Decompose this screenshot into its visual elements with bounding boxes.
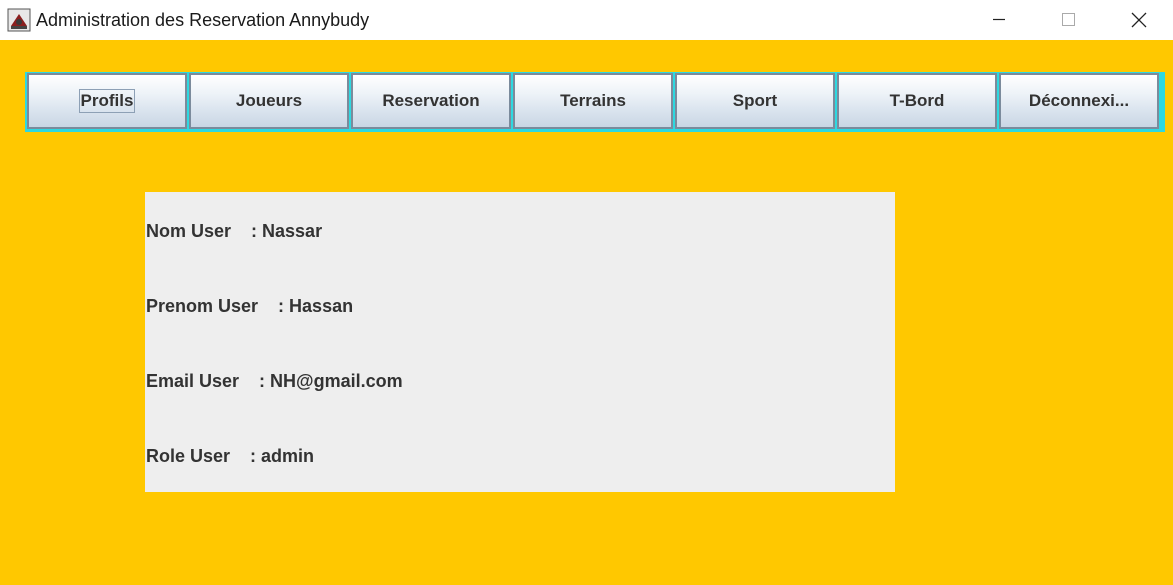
minimize-button[interactable]	[964, 0, 1034, 40]
navigation-bar: Profils Joueurs Reservation Terrains Spo…	[25, 72, 1165, 132]
profils-button[interactable]: Profils	[27, 73, 187, 129]
role-user-field: Role User : admin	[146, 446, 315, 466]
title-bar: Administration des Reservation Annybudy	[0, 0, 1173, 40]
reservation-label: Reservation	[382, 91, 480, 110]
deconnexion-button[interactable]: Déconnexi...	[999, 73, 1159, 129]
close-button[interactable]	[1104, 0, 1173, 40]
prenom-user-field: Prenom User : Hassan	[146, 296, 354, 316]
nom-user-field: Nom User : Nassar	[146, 221, 323, 241]
t-bord-button[interactable]: T-Bord	[837, 73, 997, 129]
joueurs-label: Joueurs	[235, 91, 303, 110]
sport-button[interactable]: Sport	[675, 73, 835, 129]
deconnexion-label: Déconnexi...	[1028, 91, 1130, 110]
terrains-button[interactable]: Terrains	[513, 73, 673, 129]
maximize-button[interactable]	[1034, 0, 1104, 40]
profile-panel: Nom User : Nassar Prenom User : Hassan E…	[145, 192, 895, 492]
sport-label: Sport	[732, 91, 778, 110]
java-app-icon	[7, 8, 31, 32]
window-title: Administration des Reservation Annybudy	[36, 10, 370, 30]
profils-label: Profils	[78, 89, 136, 113]
reservation-button[interactable]: Reservation	[351, 73, 511, 129]
terrains-label: Terrains	[560, 91, 626, 110]
t-bord-label: T-Bord	[889, 91, 945, 110]
email-user-field: Email User : NH@gmail.com	[146, 371, 403, 391]
joueurs-button[interactable]: Joueurs	[189, 73, 349, 129]
